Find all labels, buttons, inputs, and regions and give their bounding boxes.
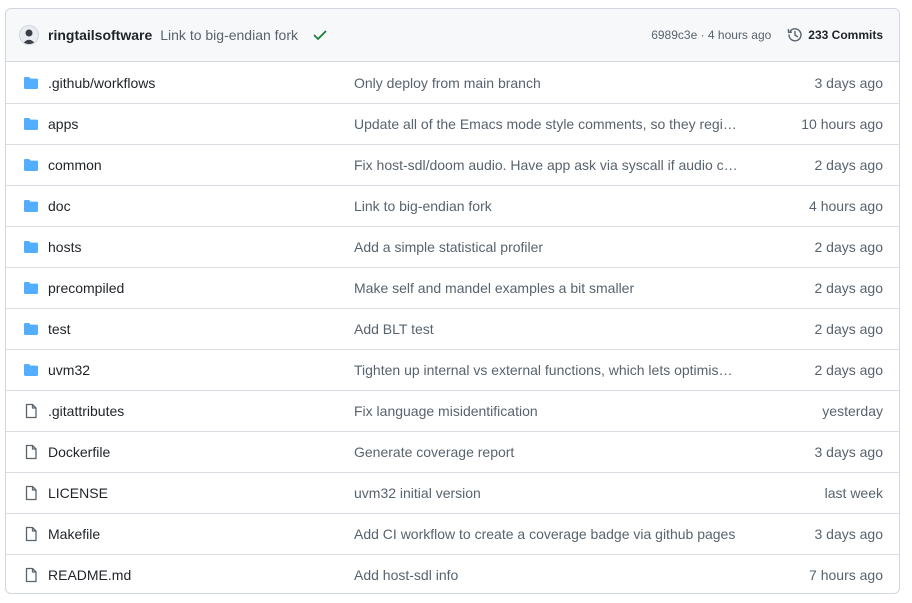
commit-message-link[interactable]: Link to big-endian fork xyxy=(354,198,738,214)
history-icon xyxy=(787,28,802,42)
commit-hash-time[interactable]: 6989c3e · 4 hours ago xyxy=(651,28,771,42)
file-row[interactable]: uvm32 Tighten up internal vs external fun… xyxy=(6,349,899,390)
file-name-link[interactable]: .gitattributes xyxy=(48,403,354,419)
folder-icon xyxy=(23,157,39,173)
commit-age: 3 days ago xyxy=(814,74,884,91)
author-avatar[interactable] xyxy=(19,25,39,45)
folder-icon xyxy=(23,198,39,214)
folder-icon xyxy=(23,321,39,337)
commit-author-link[interactable]: ringtailsoftware xyxy=(48,27,152,43)
commit-age: 2 days ago xyxy=(814,157,884,173)
file-name-link[interactable]: hosts xyxy=(48,239,354,255)
commit-message-link[interactable]: Make self and mandel examples a bit smal… xyxy=(354,280,738,296)
folder-icon xyxy=(23,362,39,378)
check-icon[interactable] xyxy=(312,27,328,43)
latest-commit-bar: ringtailsoftware Link to big-endian fork… xyxy=(6,9,899,62)
file-row[interactable]: .github/workflows Only deploy from main b… xyxy=(6,62,899,103)
file-row[interactable]: LICENSE uvm32 initial version last week xyxy=(6,472,899,513)
commit-age: 2 days ago xyxy=(814,362,884,378)
folder-icon xyxy=(23,239,39,255)
file-name-link[interactable]: Makefile xyxy=(48,526,354,542)
file-icon xyxy=(23,567,39,583)
file-icon xyxy=(23,485,39,501)
commit-message-link[interactable]: Add BLT test xyxy=(354,321,738,337)
commits-link[interactable]: 233 Commits xyxy=(787,27,883,43)
commit-message-link[interactable]: Fix host-sdl/doom audio. Have app ask vi… xyxy=(354,157,738,173)
commit-age: 4 hours ago xyxy=(809,198,883,214)
commit-message-link[interactable]: Only deploy from main branch xyxy=(354,75,738,91)
commit-age: 2 days ago xyxy=(814,239,884,255)
file-browser: ringtailsoftware Link to big-endian fork… xyxy=(5,8,900,594)
folder-icon xyxy=(23,280,39,296)
file-name-link[interactable]: LICENSE xyxy=(48,485,354,501)
file-name-link[interactable]: test xyxy=(48,321,354,337)
commit-age: yesterday xyxy=(822,403,883,419)
file-row[interactable]: Makefile Add CI workflow to create a cove… xyxy=(6,513,899,554)
file-icon xyxy=(23,526,39,542)
commit-message-link[interactable]: Tighten up internal vs external function… xyxy=(354,362,738,378)
commit-age: 10 hours ago xyxy=(801,116,883,132)
file-row[interactable]: doc Link to big-endian fork 4 hours ago xyxy=(6,185,899,226)
file-name-link[interactable]: apps xyxy=(48,116,354,132)
commit-age: 7 hours ago xyxy=(809,567,883,583)
file-row[interactable]: test Add BLT test 2 days ago xyxy=(6,308,899,349)
commit-age: 2 days ago xyxy=(814,321,884,337)
file-row[interactable]: hosts Add a simple statistical profiler 2 … xyxy=(6,226,899,267)
commit-age: 2 days ago xyxy=(814,280,884,296)
file-name-link[interactable]: Dockerfile xyxy=(48,444,354,460)
file-name-link[interactable]: common xyxy=(48,157,354,173)
folder-icon xyxy=(23,116,39,132)
avatar-icon xyxy=(22,29,36,44)
file-name-link[interactable]: precompiled xyxy=(48,280,354,296)
file-row[interactable]: .gitattributes Fix language misidentifica… xyxy=(6,390,899,431)
commit-age: last week xyxy=(824,485,883,501)
commit-message-link[interactable]: Update all of the Emacs mode style comme… xyxy=(354,116,738,132)
file-icon xyxy=(23,403,39,419)
latest-commit-message[interactable]: Link to big-endian fork xyxy=(160,27,298,43)
folder-icon xyxy=(23,75,39,91)
commit-message-link[interactable]: Add a simple statistical profiler xyxy=(354,239,738,255)
file-row[interactable]: Dockerfile Generate coverage report 3 days… xyxy=(6,431,899,472)
commit-message-link[interactable]: uvm32 initial version xyxy=(354,485,738,501)
file-row[interactable]: apps Update all of the Emacs mode style c… xyxy=(6,103,899,144)
commit-age: 3 days ago xyxy=(814,526,884,542)
file-list: .github/workflows Only deploy from main b… xyxy=(6,62,899,593)
commit-message-link[interactable]: Add CI workflow to create a coverage bad… xyxy=(354,526,738,542)
commit-age: 3 days ago xyxy=(814,444,884,460)
file-name-link[interactable]: uvm32 xyxy=(48,362,354,378)
commit-message-link[interactable]: Fix language misidentification xyxy=(354,403,738,419)
file-row[interactable]: common Fix host-sdl/doom audio. Have app … xyxy=(6,144,899,185)
commit-message-link[interactable]: Generate coverage report xyxy=(354,444,738,460)
file-name-link[interactable]: README.md xyxy=(48,567,354,583)
file-icon xyxy=(23,444,39,460)
file-row[interactable]: precompiled Make self and mandel examples… xyxy=(6,267,899,308)
file-row[interactable]: README.md Add host-sdl info 7 hours ago xyxy=(6,554,899,593)
file-name-link[interactable]: .github/workflows xyxy=(48,75,354,91)
file-name-link[interactable]: doc xyxy=(48,198,354,214)
commit-message-link[interactable]: Add host-sdl info xyxy=(354,567,738,583)
commits-count: 233 Commits xyxy=(808,28,883,42)
